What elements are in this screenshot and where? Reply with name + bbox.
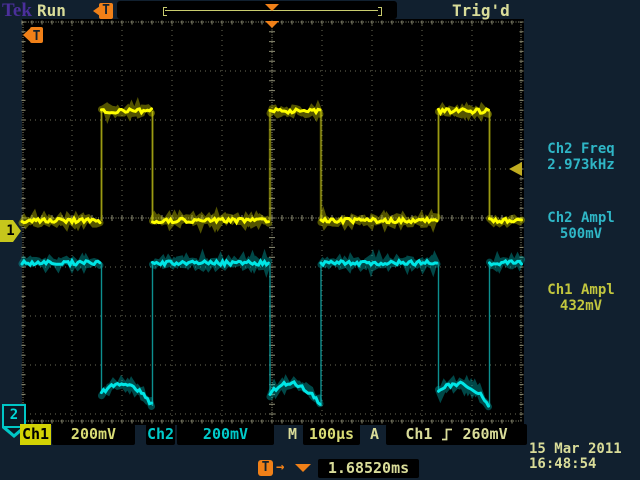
measurement-label: Ch2 Ampl bbox=[524, 210, 638, 226]
timebase-label: M bbox=[288, 424, 302, 445]
trigger-time-value: 1.68520ms bbox=[318, 459, 419, 478]
trigger-position-triangle-icon bbox=[265, 4, 279, 11]
ch2-scale-readout: 200mV bbox=[177, 424, 274, 445]
ch2-badge: Ch2 bbox=[146, 424, 175, 445]
date-value: 15 Mar 2011 bbox=[529, 442, 639, 457]
measurement-ch1-ampl: Ch1 Ampl 432mV bbox=[524, 282, 638, 314]
trigger-status: Trig'd bbox=[452, 1, 510, 20]
acquisition-status: Run bbox=[37, 1, 66, 20]
trigger-info-readout: Ch1 260mV bbox=[386, 424, 527, 445]
window-bracket-right bbox=[378, 7, 382, 16]
ch1-scale-readout: 200mV bbox=[52, 424, 135, 445]
trigger-level: 260mV bbox=[462, 424, 507, 445]
ch1-badge: Ch1 bbox=[20, 424, 51, 445]
window-bracket-left bbox=[163, 7, 167, 16]
measurement-label: Ch1 Ampl bbox=[524, 282, 638, 298]
measurement-label: Ch2 Freq bbox=[524, 141, 638, 157]
trigger-t-badge: T bbox=[258, 460, 273, 476]
measurement-value: 2.973kHz bbox=[524, 157, 638, 173]
trigger-source: Ch1 bbox=[405, 424, 432, 445]
arrow-right-icon: → bbox=[276, 459, 284, 475]
trigger-mode-label: A bbox=[370, 424, 383, 445]
oscilloscope-screen: T Tek Run T Trig'd 1 2 Ch2 Freq 2.973kHz… bbox=[0, 0, 640, 480]
rising-edge-slope-icon bbox=[441, 427, 453, 442]
triangle-down-icon bbox=[295, 464, 311, 472]
datetime-readout: 15 Mar 2011 16:48:54 bbox=[529, 442, 639, 472]
measurement-value: 500mV bbox=[524, 226, 638, 242]
svg-text:T: T bbox=[33, 29, 41, 44]
record-view-bar bbox=[117, 1, 397, 19]
tek-logo: Tek bbox=[2, 0, 32, 22]
ch2-offscreen-chevron-inner bbox=[7, 428, 21, 434]
measurement-value: 432mV bbox=[524, 298, 638, 314]
trigger-t-icon: T bbox=[99, 3, 113, 19]
measurement-ch2-ampl: Ch2 Ampl 500mV bbox=[524, 210, 638, 242]
timebase-readout: 100µs bbox=[303, 424, 360, 445]
time-value: 16:48:54 bbox=[529, 457, 639, 472]
trigger-position-icon: T bbox=[93, 3, 115, 19]
measurement-ch2-freq: Ch2 Freq 2.973kHz bbox=[524, 141, 638, 173]
